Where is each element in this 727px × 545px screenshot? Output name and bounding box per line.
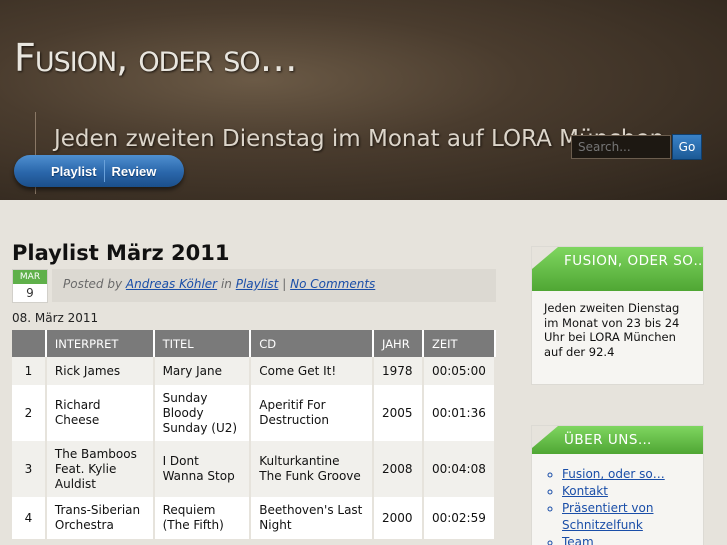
cell-zeit: 00:01:36 xyxy=(422,385,497,441)
link-praesentiert[interactable]: Präsentiert von Schnitzelfunk xyxy=(562,501,653,532)
cell-cd: Aperitif For Destruction xyxy=(250,385,374,441)
cell-jahr: 2008 xyxy=(373,441,424,497)
table-row: 3 The Bamboos Feat. Kylie Auldist I Dont… xyxy=(12,441,497,497)
cell-cd: Beethoven's Last Night xyxy=(250,497,374,539)
cell-titel: Sunday Bloody Sunday (U2) xyxy=(153,385,252,441)
post-date: 08. März 2011 xyxy=(12,311,99,325)
cell-titel: Requiem (The Fifth) xyxy=(153,497,252,539)
nav-item-review[interactable]: Review xyxy=(105,164,164,179)
playlist-table: INTERPRET TITEL CD JAHR ZEIT 1 Rick Jame… xyxy=(12,330,497,539)
search-button[interactable]: Go xyxy=(672,134,702,160)
post-meta: Posted by Andreas Köhler in Playlist | N… xyxy=(52,269,496,302)
date-day: 9 xyxy=(26,286,34,300)
cell-number: 2 xyxy=(12,385,47,441)
cell-titel: Mary Jane xyxy=(153,357,252,385)
table-header-row: INTERPRET TITEL CD JAHR ZEIT xyxy=(12,330,497,357)
corner-fold xyxy=(532,247,558,269)
link-kontakt[interactable]: Kontakt xyxy=(562,484,608,498)
col-header-zeit: ZEIT xyxy=(422,330,497,357)
comments-link[interactable]: No Comments xyxy=(290,277,375,291)
cell-interpret: Richard Cheese xyxy=(45,385,155,441)
cell-zeit: 00:05:00 xyxy=(422,357,497,385)
search-input[interactable] xyxy=(571,135,671,159)
meta-separator: | xyxy=(282,277,287,291)
table-row: 4 Trans-Siberian Orchestra Requiem (The … xyxy=(12,497,497,539)
cell-titel: I Dont Wanna Stop xyxy=(153,441,252,497)
widget-header: ÜBER UNS… xyxy=(532,426,703,454)
in-label: in xyxy=(220,277,232,291)
col-header-interpret: INTERPRET xyxy=(45,330,155,357)
list-item: Präsentiert von Schnitzelfunk xyxy=(562,500,695,534)
cell-jahr: 2000 xyxy=(373,497,424,539)
posted-by-label: Posted by xyxy=(63,277,123,291)
col-header-jahr: JAHR xyxy=(373,330,424,357)
cell-interpret: The Bamboos Feat. Kylie Auldist xyxy=(45,441,155,497)
cell-cd: Kulturkantine The Funk Groove xyxy=(250,441,374,497)
site-header: Fusion, oder so… Jeden zweiten Dienstag … xyxy=(0,0,727,200)
cell-interpret: Trans-Siberian Orchestra xyxy=(45,497,155,539)
cell-jahr: 2005 xyxy=(373,385,424,441)
date-month: MAR xyxy=(13,270,47,284)
widget-header: FUSION, ODER SO… xyxy=(532,247,703,291)
list-item: Team xyxy=(562,534,695,545)
cell-interpret: Rick James xyxy=(45,357,155,385)
col-header-titel: TITEL xyxy=(153,330,252,357)
cell-jahr: 1978 xyxy=(373,357,424,385)
widget-title: ÜBER UNS… xyxy=(564,432,652,448)
cell-number: 4 xyxy=(12,497,47,539)
category-link[interactable]: Playlist xyxy=(236,277,279,291)
widget-link-list: Fusion, oder so… Kontakt Präsentiert von… xyxy=(532,454,703,545)
corner-fold xyxy=(532,426,558,448)
cell-number: 3 xyxy=(12,441,47,497)
list-item: Fusion, oder so… xyxy=(562,466,695,483)
link-team[interactable]: Team xyxy=(562,535,594,545)
table-row: 2 Richard Cheese Sunday Bloody Sunday (U… xyxy=(12,385,497,441)
nav-item-playlist[interactable]: Playlist xyxy=(44,164,104,179)
link-fusion[interactable]: Fusion, oder so… xyxy=(562,467,665,481)
cell-number: 1 xyxy=(12,357,47,385)
table-row: 1 Rick James Mary Jane Come Get It! 1978… xyxy=(12,357,497,385)
site-title[interactable]: Fusion, oder so… xyxy=(14,36,298,80)
col-header-number xyxy=(12,330,47,357)
widget-about-show: FUSION, ODER SO… Jeden zweiten Dienstag … xyxy=(531,246,704,385)
col-header-cd: CD xyxy=(250,330,374,357)
cell-zeit: 00:04:08 xyxy=(422,441,497,497)
cell-cd: Come Get It! xyxy=(250,357,374,385)
widget-ueber-uns: ÜBER UNS… Fusion, oder so… Kontakt Präse… xyxy=(531,425,704,545)
main-nav: Playlist Review xyxy=(14,155,184,187)
widget-text: Jeden zweiten Dienstag im Monat von 23 b… xyxy=(544,301,680,359)
widget-title: FUSION, ODER SO… xyxy=(564,253,703,269)
author-link[interactable]: Andreas Köhler xyxy=(126,277,217,291)
cell-zeit: 00:02:59 xyxy=(422,497,497,539)
post-title[interactable]: Playlist März 2011 xyxy=(12,241,229,265)
list-item: Kontakt xyxy=(562,483,695,500)
date-badge: MAR 9 xyxy=(12,269,48,303)
